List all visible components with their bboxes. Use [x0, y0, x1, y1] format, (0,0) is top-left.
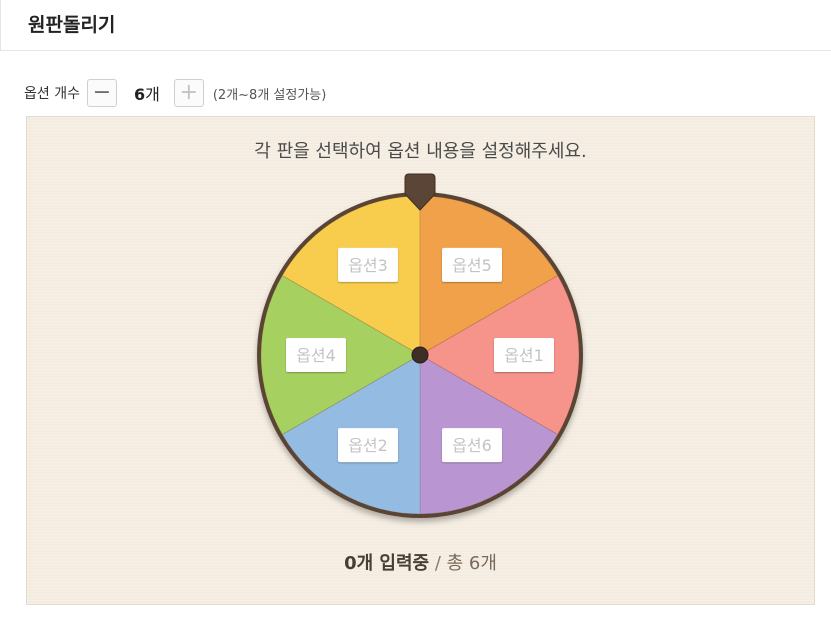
option-count-unit: 개	[145, 85, 160, 104]
entered-count: 0개 입력중	[344, 553, 430, 574]
option-count-controls: 옵션 개수 − 6개 + (2개~8개 설정가능)	[24, 78, 326, 108]
segment-label: 옵션6	[452, 436, 492, 455]
decrease-button[interactable]: −	[86, 79, 117, 107]
segment-label-box[interactable]: 옵션2	[338, 428, 398, 463]
segment-label: 옵션5	[452, 256, 492, 275]
segment-label: 옵션4	[296, 346, 336, 365]
segment-label-box[interactable]: 옵션6	[442, 428, 502, 463]
minus-icon: −	[92, 80, 112, 105]
range-hint: (2개~8개 설정가능)	[212, 87, 327, 103]
wheel-hub	[411, 346, 429, 364]
segment-label: 옵션1	[504, 346, 544, 365]
increase-button[interactable]: +	[173, 79, 204, 107]
roulette-wheel: 옵션1 옵션6 옵션2 옵션4 옵션3 옵션5	[257, 173, 583, 518]
input-status: 0개 입력중 / 총 6개	[27, 549, 814, 575]
status-separator: /	[429, 553, 447, 574]
plus-icon: +	[179, 80, 199, 105]
wheel-board: 각 판을 선택하여 옵션 내용을 설정해주세요. 옵션1 옵션6 옵션2 옵션4 옵션3…	[26, 116, 815, 605]
segment-label-box[interactable]: 옵션5	[442, 247, 502, 282]
segment-label-box[interactable]: 옵션1	[494, 338, 554, 372]
segment-label: 옵션2	[348, 436, 388, 455]
segment-label: 옵션3	[348, 256, 388, 275]
page-header: 원판돌리기	[0, 0, 831, 51]
total-count: 총 6개	[446, 553, 497, 574]
segment-label-box[interactable]: 옵션3	[338, 247, 398, 282]
page-title: 원판돌리기	[28, 14, 116, 36]
segment-label-box[interactable]: 옵션4	[286, 338, 346, 372]
option-count-label: 옵션 개수	[24, 86, 80, 102]
option-count-value: 6개	[134, 81, 160, 105]
option-count-number: 6	[133, 85, 146, 104]
